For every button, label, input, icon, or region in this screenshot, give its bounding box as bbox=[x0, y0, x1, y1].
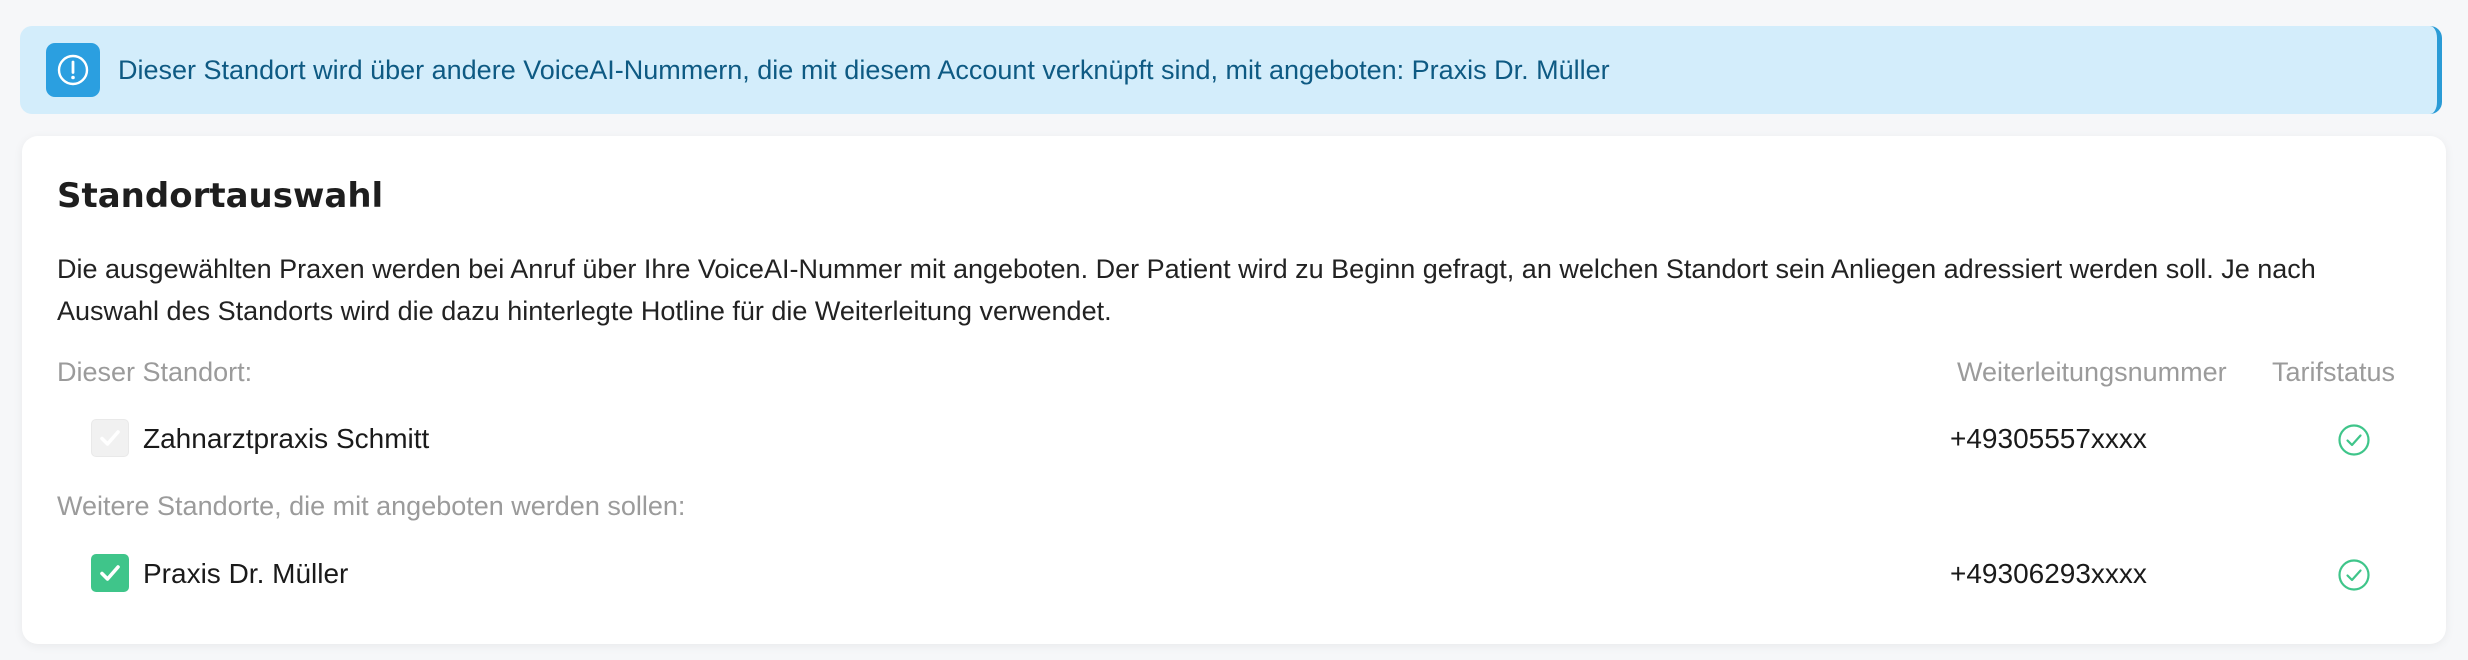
info-alert: Dieser Standort wird über andere VoiceAI… bbox=[20, 26, 2442, 114]
tariff-status-header: Tarifstatus bbox=[2272, 357, 2396, 387]
location-checkbox[interactable] bbox=[91, 554, 129, 592]
current-location-label: Dieser Standort: bbox=[57, 357, 253, 387]
location-row-other: Praxis Dr. Müller +49306293xxxx bbox=[57, 552, 2427, 596]
check-circle-icon bbox=[2338, 559, 2370, 591]
section-description: Die ausgewählten Praxen werden bei Anruf… bbox=[57, 254, 2316, 326]
check-circle-icon bbox=[2338, 424, 2370, 456]
location-name: Zahnarztpraxis Schmitt bbox=[143, 423, 430, 454]
forwarding-number: +49306293xxxx bbox=[1950, 558, 2147, 589]
alert-message: Dieser Standort wird über andere VoiceAI… bbox=[118, 54, 1610, 85]
location-selection-card: Standortauswahl Die ausgewählten Praxen … bbox=[22, 136, 2446, 644]
forwarding-number: +49305557xxxx bbox=[1950, 423, 2147, 454]
location-row-current: Zahnarztpraxis Schmitt +49305557xxxx bbox=[57, 417, 2427, 461]
location-name: Praxis Dr. Müller bbox=[143, 558, 349, 589]
section-title: Standortauswahl bbox=[57, 176, 384, 216]
forwarding-number-header: Weiterleitungsnummer bbox=[1957, 357, 2227, 387]
info-icon bbox=[46, 43, 100, 97]
other-locations-label: Weitere Standorte, die mit angeboten wer… bbox=[57, 491, 686, 521]
current-location-checkbox[interactable] bbox=[91, 419, 129, 457]
